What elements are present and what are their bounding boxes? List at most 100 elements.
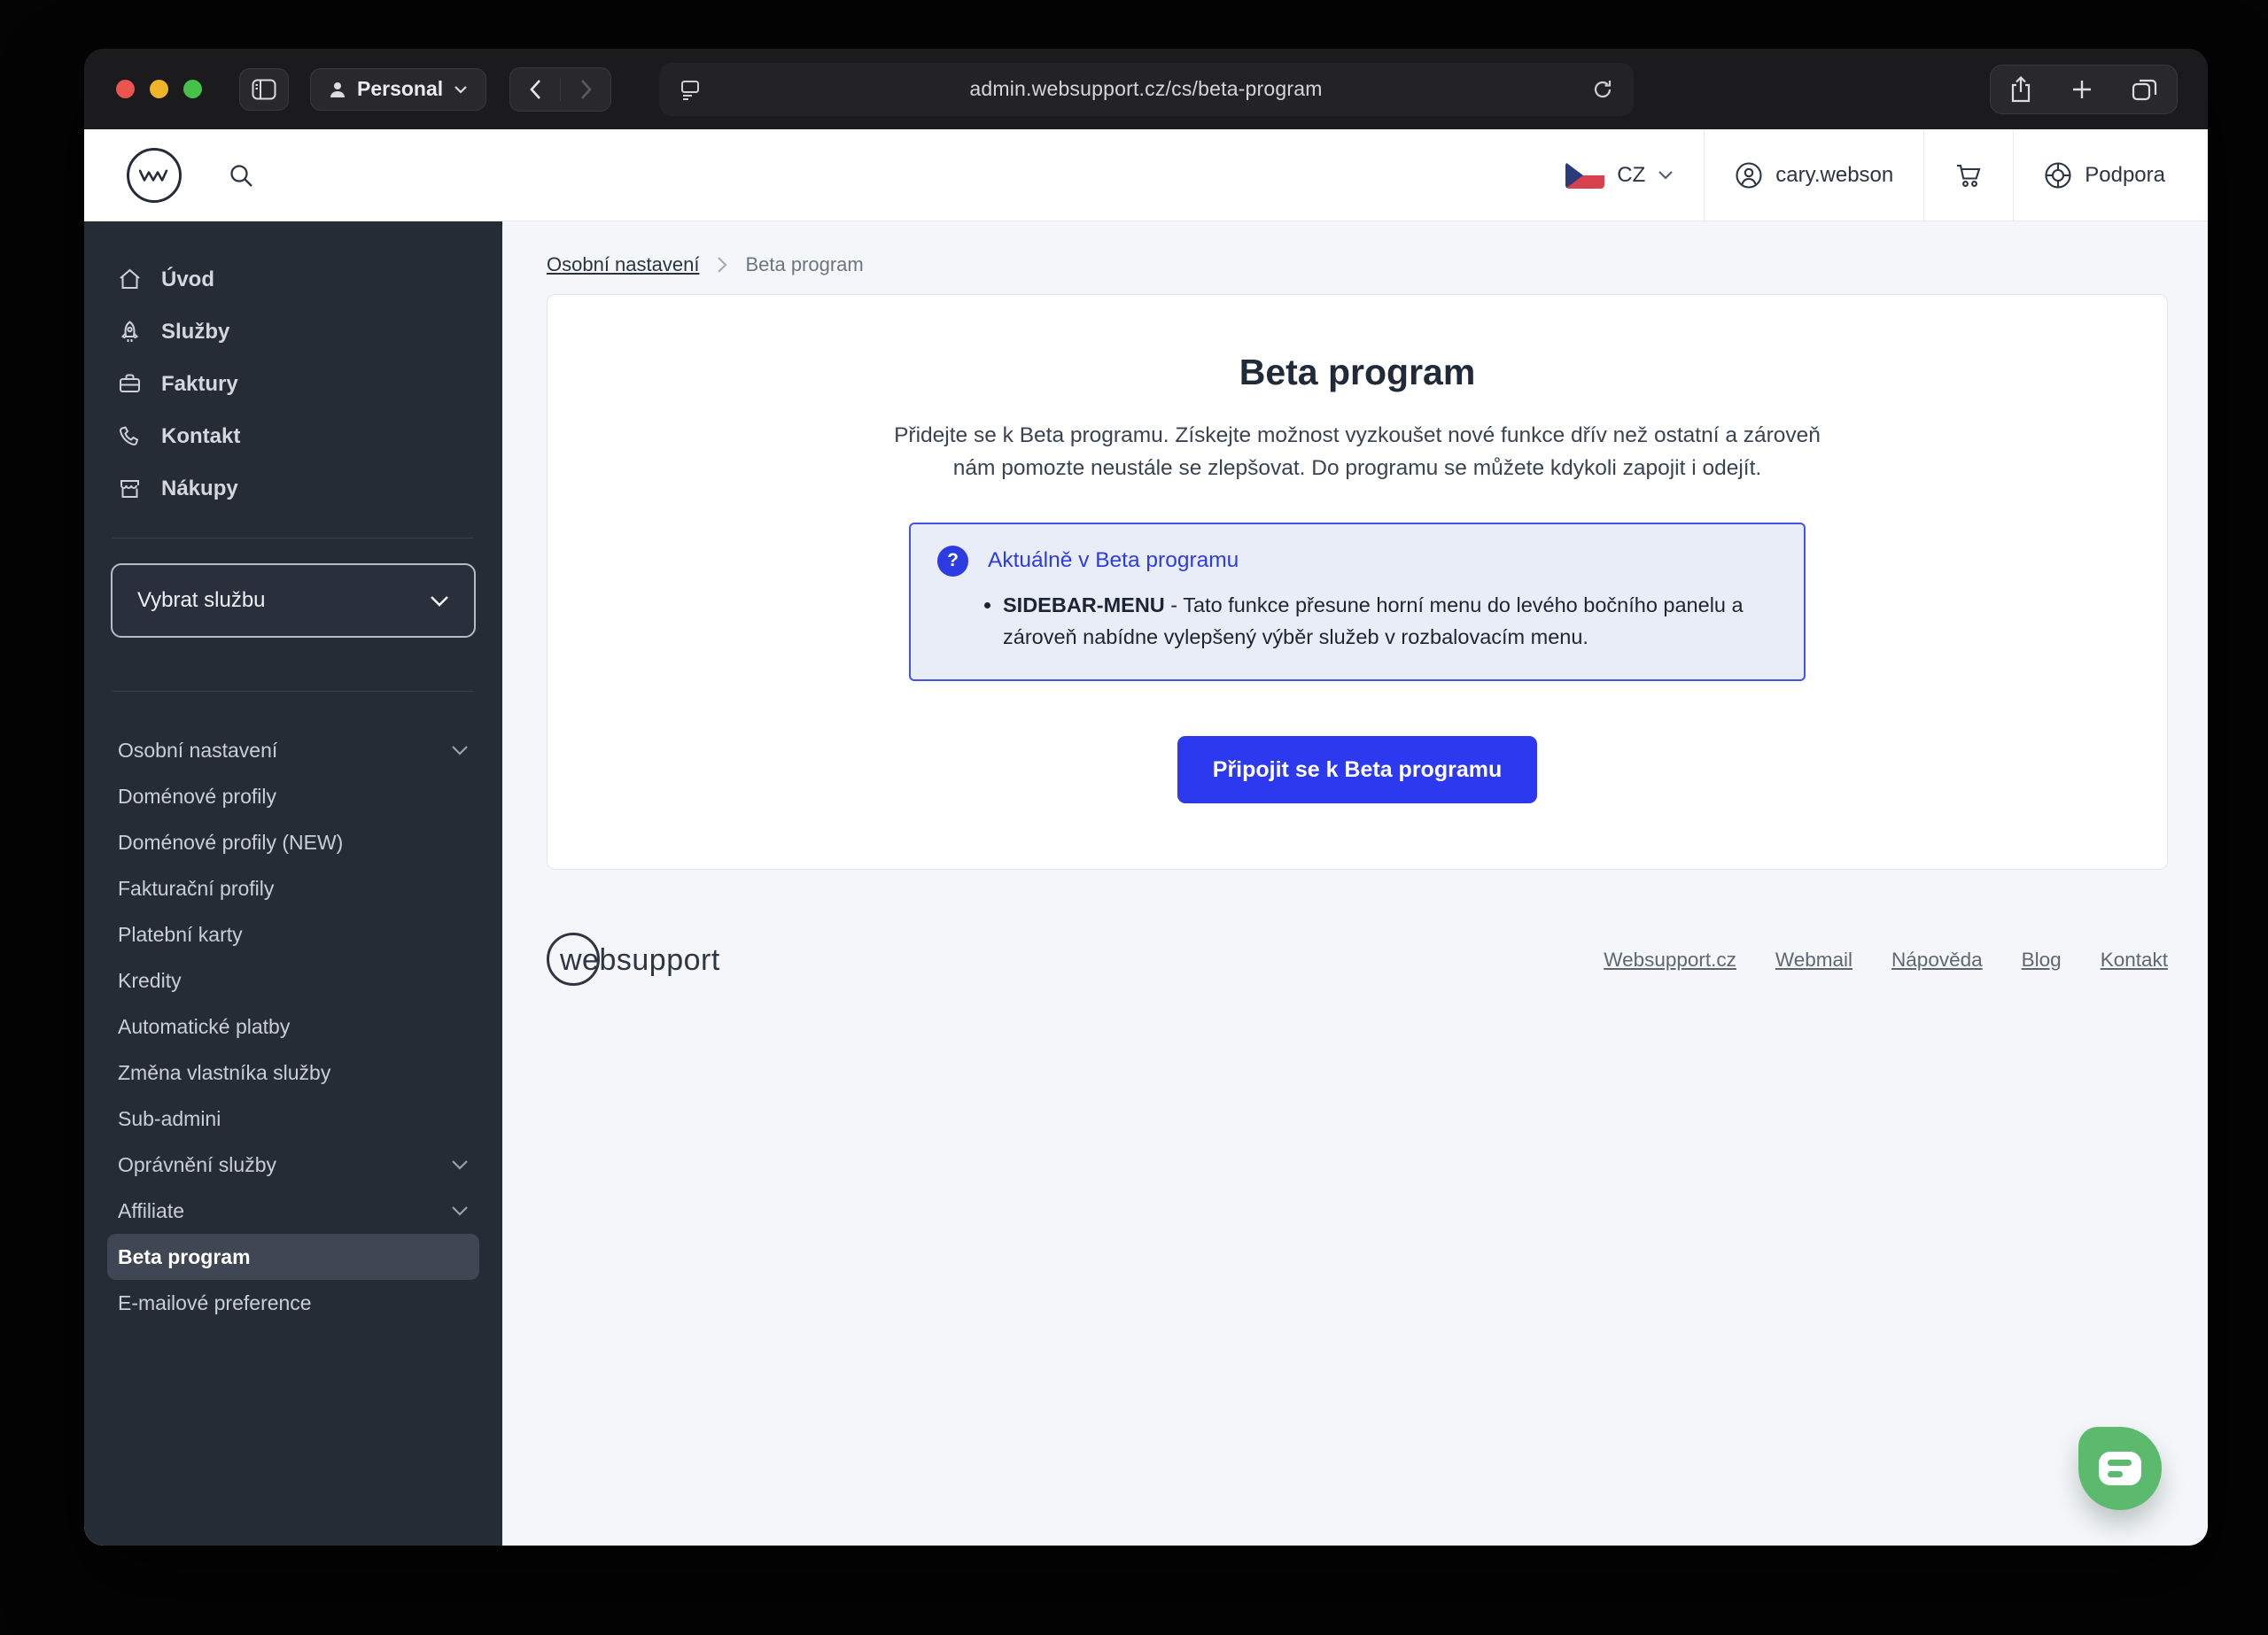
profile-switcher[interactable]: Personal xyxy=(310,67,487,111)
url-text[interactable]: admin.websupport.cz/cs/beta-program xyxy=(702,77,1591,101)
safari-window: Personal admin.websupport.cz/cs/beta-pro… xyxy=(84,49,2208,1546)
sidebar-item-uvod[interactable]: Úvod xyxy=(107,253,479,306)
chevron-down-icon xyxy=(452,746,468,756)
back-icon xyxy=(529,79,540,99)
sidebar-item-faktury[interactable]: Faktury xyxy=(107,358,479,410)
chevron-down-icon xyxy=(1658,171,1674,180)
search-icon xyxy=(230,164,252,187)
footer-links: Websupport.cz Webmail Nápověda Blog Kont… xyxy=(1604,949,2168,972)
window-controls xyxy=(116,80,202,98)
sidebar-toggle-button[interactable] xyxy=(239,67,289,111)
footer-websupport-logo: websupport xyxy=(547,932,720,988)
footer-link-blog[interactable]: Blog xyxy=(2022,949,2062,972)
service-select-dropdown[interactable]: Vybrat službu xyxy=(111,563,476,638)
sidebar-divider xyxy=(113,538,474,539)
browser-toolbar-right xyxy=(1990,64,2178,114)
reload-icon[interactable] xyxy=(1591,78,1614,101)
browser-titlebar: Personal admin.websupport.cz/cs/beta-pro… xyxy=(84,49,2208,129)
footer-link-napoveda[interactable]: Nápověda xyxy=(1891,949,1983,972)
briefcase-icon xyxy=(118,372,142,396)
sidebar-item-sluzby[interactable]: Služby xyxy=(107,306,479,358)
sidebar-item-zmena-vlastnika[interactable]: Změna vlastníka služby xyxy=(107,1050,479,1096)
websupport-logo[interactable] xyxy=(127,147,182,203)
breadcrumb-parent-link[interactable]: Osobní nastavení xyxy=(547,253,699,276)
username: cary.webson xyxy=(1775,162,1894,187)
chat-widget-button[interactable] xyxy=(2078,1427,2162,1510)
info-box-bullet: SIDEBAR-MENU - Tato funkce přesune horní… xyxy=(1003,589,1777,654)
sidebar-item-domenove-profily-new[interactable]: Doménové profily (NEW) xyxy=(107,819,479,865)
sidebar-item-osobni-nastaveni[interactable]: Osobní nastavení xyxy=(107,727,479,773)
sidebar-divider xyxy=(113,691,474,692)
share-icon xyxy=(2012,75,2031,102)
language-code: CZ xyxy=(1617,162,1646,187)
new-tab-icon xyxy=(2072,80,2091,98)
webpage: CZ cary.webson Podpora Úvod Služby Faktu… xyxy=(84,129,2208,1546)
chevron-down-icon xyxy=(431,595,448,607)
info-box: ? Aktuálně v Beta programu SIDEBAR-MENU … xyxy=(909,522,1806,682)
sidebar-item-fakturacni-profily[interactable]: Fakturační profily xyxy=(107,865,479,911)
sidebar-item-beta-program[interactable]: Beta program xyxy=(107,1234,479,1280)
sidebar: Úvod Služby Faktury Kontakt Nákupy Vybra… xyxy=(84,221,502,1546)
user-circle-icon xyxy=(1735,161,1763,190)
sidebar-item-kredity[interactable]: Kredity xyxy=(107,957,479,1003)
sidebar-item-automaticke-platby[interactable]: Automatické platby xyxy=(107,1003,479,1050)
globe-icon xyxy=(2044,161,2072,190)
history-nav xyxy=(509,66,612,112)
tabs-overview-icon xyxy=(2132,79,2156,100)
new-tab-button[interactable] xyxy=(2065,77,2099,102)
page-footer: websupport Websupport.cz Webmail Nápověd… xyxy=(547,932,2168,988)
sidebar-item-platebni-karty[interactable]: Platební karty xyxy=(107,911,479,957)
chevron-right-icon xyxy=(718,257,728,273)
forward-button[interactable] xyxy=(561,68,610,111)
sidebar-item-opravneni-sluzby[interactable]: Oprávnění služby xyxy=(107,1142,479,1188)
breadcrumb-current: Beta program xyxy=(745,253,864,275)
person-icon xyxy=(329,81,346,98)
logo-circle xyxy=(547,933,600,986)
tabs-overview-button[interactable] xyxy=(2126,76,2163,103)
language-selector[interactable]: CZ xyxy=(1535,161,1704,189)
home-icon xyxy=(118,267,142,291)
chat-bubble-icon xyxy=(2099,1452,2141,1485)
support-label: Podpora xyxy=(2085,162,2165,187)
address-bar[interactable]: admin.websupport.cz/cs/beta-program xyxy=(658,62,1634,116)
question-circle-icon: ? xyxy=(937,545,968,577)
back-button[interactable] xyxy=(510,68,560,111)
minimize-window-button[interactable] xyxy=(150,80,168,98)
search-button[interactable] xyxy=(222,161,260,190)
reader-icon[interactable] xyxy=(679,78,702,101)
sidebar-item-affiliate[interactable]: Affiliate xyxy=(107,1188,479,1234)
topbar-right: CZ cary.webson Podpora xyxy=(1535,129,2208,221)
breadcrumb: Osobní nastavení Beta program xyxy=(547,252,2168,278)
zoom-window-button[interactable] xyxy=(183,80,202,98)
store-icon xyxy=(118,477,142,500)
beta-program-card: Beta program Přidejte se k Beta programu… xyxy=(547,294,2168,870)
info-box-title: Aktuálně v Beta programu xyxy=(988,548,1239,572)
footer-link-websupport[interactable]: Websupport.cz xyxy=(1604,949,1736,972)
sidebar-item-nakupy[interactable]: Nákupy xyxy=(107,462,479,515)
sidebar-item-sub-admini[interactable]: Sub-admini xyxy=(107,1096,479,1142)
sidebar-item-domenove-profily[interactable]: Doménové profily xyxy=(107,773,479,819)
cart-icon xyxy=(1954,161,1983,190)
join-beta-button[interactable]: Připojit se k Beta programu xyxy=(1177,736,1538,804)
cart-button[interactable] xyxy=(1924,161,2013,190)
footer-link-kontakt[interactable]: Kontakt xyxy=(2101,949,2168,972)
chevron-down-icon xyxy=(452,1206,468,1216)
chevron-down-icon xyxy=(454,85,468,94)
settings-section: Osobní nastavení Doménové profily Doméno… xyxy=(107,727,479,1326)
footer-link-webmail[interactable]: Webmail xyxy=(1775,949,1852,972)
sidebar-toggle-icon xyxy=(252,79,276,100)
account-menu[interactable]: cary.webson xyxy=(1705,161,1923,190)
forward-icon xyxy=(580,79,592,99)
czech-flag-icon xyxy=(1565,161,1605,189)
sidebar-item-kontakt[interactable]: Kontakt xyxy=(107,410,479,462)
support-button[interactable]: Podpora xyxy=(2014,161,2208,190)
share-button[interactable] xyxy=(2004,75,2038,104)
page-description: Přidejte se k Beta programu. Získejte mo… xyxy=(894,423,1821,480)
app-topbar: CZ cary.webson Podpora xyxy=(84,129,2208,221)
chevron-down-icon xyxy=(452,1160,468,1170)
page-title: Beta program xyxy=(1239,352,1476,392)
close-window-button[interactable] xyxy=(116,80,135,98)
phone-icon xyxy=(118,424,142,448)
sidebar-item-emailove-preference[interactable]: E-mailové preference xyxy=(107,1280,479,1326)
profile-label: Personal xyxy=(357,77,444,100)
